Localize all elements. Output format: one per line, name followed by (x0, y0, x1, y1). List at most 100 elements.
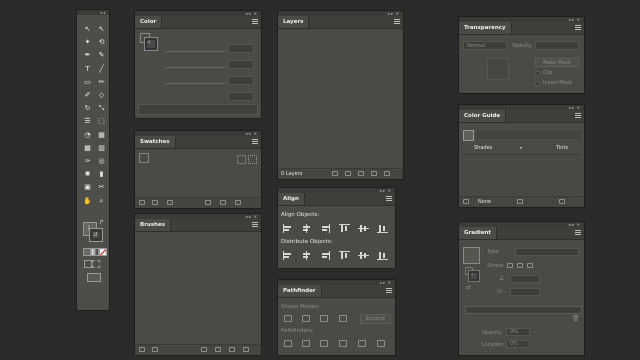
symbol-sprayer-icon[interactable]: ✺ (83, 170, 92, 179)
outline-icon[interactable] (358, 340, 366, 347)
make-clipping-mask-icon[interactable] (345, 171, 351, 176)
horizontal-distribute-center-icon[interactable] (358, 251, 369, 260)
color-slider-2[interactable] (165, 67, 225, 68)
curvature-tool-icon[interactable]: ✎ (97, 51, 106, 60)
vertical-align-center-icon[interactable] (358, 224, 369, 233)
eyedropper-icon[interactable]: ✑ (83, 157, 92, 166)
list-view-icon[interactable] (237, 155, 246, 164)
screen-mode-icon[interactable] (87, 273, 101, 282)
vertical-align-bottom-icon[interactable] (377, 224, 388, 233)
brush-libraries-icon[interactable] (139, 347, 145, 352)
color-value-2[interactable] (228, 60, 254, 69)
pencil-icon[interactable]: ✐ (83, 91, 92, 100)
stroke-along-icon[interactable] (517, 263, 523, 268)
brush-options-icon[interactable] (215, 347, 221, 352)
draw-normal-icon[interactable] (84, 260, 92, 268)
mask-thumbnail[interactable] (487, 58, 509, 80)
artboard-tool-icon[interactable]: ▣ (83, 183, 92, 192)
intersect-icon[interactable] (320, 315, 328, 322)
grid-view-icon[interactable] (248, 155, 257, 164)
gradient-tool-icon[interactable]: ▥ (97, 144, 106, 153)
tab-color[interactable]: Color (135, 16, 163, 28)
base-color-swatch[interactable] (463, 130, 474, 141)
blend-mode-select[interactable]: Normal (463, 41, 507, 50)
vertical-align-top-icon[interactable] (339, 224, 350, 233)
collapse-icon[interactable]: ◂◂ (100, 10, 106, 15)
panel-menu-icon[interactable] (394, 19, 400, 24)
color-slider-3[interactable] (165, 83, 225, 84)
selection-tool-icon[interactable]: ↖ (83, 25, 92, 34)
free-transform-icon[interactable]: ⬚ (97, 117, 106, 126)
tab-swatches[interactable]: Swatches (135, 136, 176, 148)
horizontal-distribute-right-icon[interactable] (377, 251, 388, 260)
aspect-ratio-field[interactable] (510, 288, 540, 296)
horizontal-align-left-icon[interactable] (282, 224, 293, 233)
clip-checkbox[interactable] (535, 71, 540, 76)
width-tool-icon[interactable]: ☰ (83, 117, 92, 126)
draw-behind-icon[interactable] (92, 260, 100, 268)
variations-grid[interactable] (462, 154, 582, 195)
tab-color-guide[interactable]: Color Guide (459, 110, 507, 122)
gradient-type-select[interactable] (515, 248, 579, 256)
none-swatch[interactable] (139, 153, 149, 163)
horizontal-align-right-icon[interactable] (320, 224, 331, 233)
stroke-across-icon[interactable] (527, 263, 533, 268)
libraries-panel-icon[interactable] (152, 347, 158, 352)
delete-stop-icon[interactable]: 🗑 (572, 315, 580, 322)
trim-icon[interactable] (302, 340, 310, 347)
scale-tool-icon[interactable]: ⤡ (97, 104, 106, 113)
crop-icon[interactable] (339, 340, 347, 347)
tab-brushes[interactable]: Brushes (135, 219, 172, 231)
panel-menu-icon[interactable] (252, 19, 258, 24)
tab-align[interactable]: Align (278, 193, 305, 205)
horizontal-distribute-left-icon[interactable] (339, 251, 350, 260)
divide-icon[interactable] (284, 340, 292, 347)
location-field[interactable]: 0% (506, 340, 530, 348)
magic-wand-icon[interactable]: ✦ (83, 38, 92, 47)
vertical-distribute-bottom-icon[interactable] (320, 251, 331, 260)
delete-brush-icon[interactable] (243, 347, 249, 352)
tab-layers[interactable]: Layers (278, 16, 310, 28)
exclude-icon[interactable] (339, 315, 347, 322)
rotate-tool-icon[interactable]: ↻ (83, 104, 92, 113)
swatch-options-icon[interactable] (167, 200, 173, 205)
new-brush-icon[interactable] (229, 347, 235, 352)
make-mask-button[interactable]: Make Mask (535, 58, 579, 67)
shape-builder-icon[interactable]: ◔ (83, 131, 92, 140)
panel-menu-icon[interactable] (252, 222, 258, 227)
new-swatch-icon[interactable] (220, 200, 226, 205)
minus-back-icon[interactable] (377, 340, 385, 347)
blend-tool-icon[interactable]: ◎ (97, 157, 106, 166)
edit-colors-icon[interactable] (517, 199, 523, 204)
color-group-icon[interactable] (463, 199, 469, 204)
color-value-3[interactable] (228, 76, 254, 85)
invert-mask-checkbox[interactable] (535, 81, 540, 86)
save-color-group-icon[interactable] (559, 199, 565, 204)
color-spectrum[interactable] (138, 104, 258, 115)
gradient-opacity-field[interactable]: 0% (506, 328, 530, 336)
opacity-field[interactable] (535, 41, 579, 50)
delete-swatch-icon[interactable] (235, 200, 241, 205)
eraser-icon[interactable]: ◇ (97, 91, 106, 100)
color-slider-1[interactable] (165, 51, 225, 52)
zoom-tool-icon[interactable]: ⌕ (97, 197, 106, 206)
gradient-slider[interactable] (465, 306, 582, 314)
gradient-preview[interactable] (463, 247, 480, 264)
new-sublayer-icon[interactable] (358, 171, 364, 176)
hand-tool-icon[interactable]: ✋ (83, 197, 92, 206)
merge-icon[interactable] (320, 340, 328, 347)
angle-field[interactable] (510, 275, 540, 283)
new-color-group-icon[interactable] (205, 200, 211, 205)
lasso-icon[interactable]: ⟲ (97, 38, 106, 47)
mesh-tool-icon[interactable]: ▩ (83, 144, 92, 153)
slice-tool-icon[interactable]: ✂ (97, 183, 106, 192)
direct-selection-tool-icon[interactable]: ↖ (97, 25, 106, 34)
panel-menu-icon[interactable] (575, 113, 581, 118)
type-tool-icon[interactable]: T (83, 65, 92, 74)
stroke-mini[interactable] (468, 270, 480, 282)
show-kinds-icon[interactable] (152, 200, 158, 205)
color-mode-button[interactable] (83, 248, 91, 256)
new-layer-icon[interactable] (371, 171, 377, 176)
dropdown-arrow-icon[interactable]: ▾ (520, 145, 522, 150)
delete-layer-icon[interactable] (384, 171, 390, 176)
